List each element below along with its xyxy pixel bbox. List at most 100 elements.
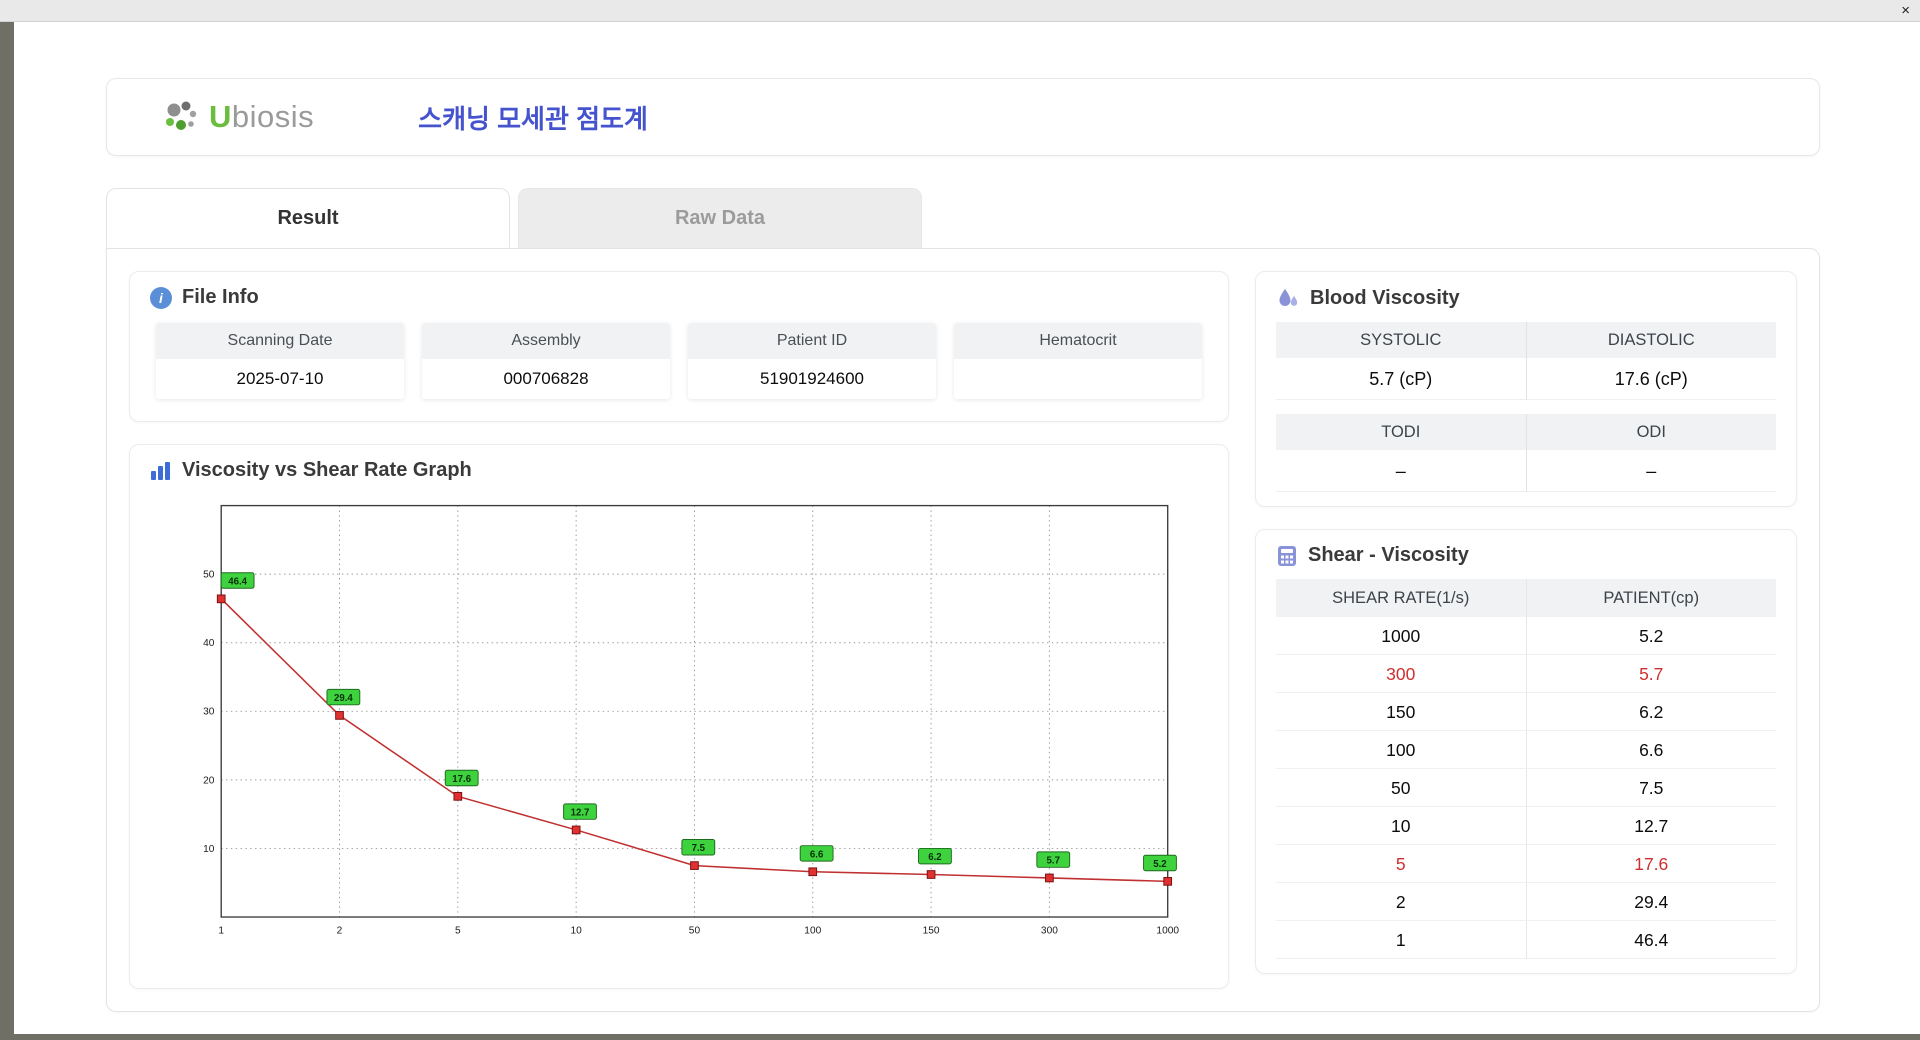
svg-text:5: 5	[455, 925, 461, 936]
diastolic-value: 17.6 (cP)	[1526, 358, 1776, 400]
todi-value: –	[1276, 450, 1527, 492]
result-panel: i File Info Scanning Date 2025-07-10 Ass…	[106, 248, 1820, 1012]
tab-bar: Result Raw Data	[106, 188, 1820, 248]
svg-text:46.4: 46.4	[228, 576, 247, 587]
right-column: Blood Viscosity SYSTOLIC DIASTOLIC 5.7 (…	[1255, 271, 1797, 989]
svg-text:7.5: 7.5	[692, 843, 706, 854]
table-row: 50 7.5	[1276, 769, 1776, 807]
patient-column-header: PATIENT(cp)	[1526, 579, 1776, 617]
bv-value-row-2: – –	[1276, 450, 1776, 492]
patient-value: 46.4	[1526, 921, 1776, 959]
field-patient-id: Patient ID 51901924600	[688, 323, 936, 399]
svg-text:50: 50	[689, 925, 701, 936]
blood-viscosity-card: Blood Viscosity SYSTOLIC DIASTOLIC 5.7 (…	[1255, 271, 1797, 507]
svg-text:12.7: 12.7	[571, 807, 590, 818]
bv-header-row-2: TODI ODI	[1276, 414, 1776, 450]
blood-viscosity-title-text: Blood Viscosity	[1310, 286, 1460, 309]
shear-rate-value: 1	[1276, 921, 1527, 959]
svg-text:5.2: 5.2	[1153, 859, 1166, 870]
odi-header: ODI	[1526, 414, 1776, 450]
table-row-diastolic: 5 17.6	[1276, 845, 1776, 883]
patient-value: 7.5	[1526, 769, 1776, 807]
systolic-header: SYSTOLIC	[1276, 322, 1527, 358]
shear-rate-value: 10	[1276, 807, 1527, 845]
field-value	[954, 359, 1202, 399]
field-value: 000706828	[422, 359, 670, 399]
patient-value: 17.6	[1526, 845, 1776, 883]
table-header-row: SHEAR RATE(1/s) PATIENT(cp)	[1276, 579, 1776, 617]
ubiosis-logo: Ubiosis	[159, 97, 314, 137]
svg-text:300: 300	[1041, 925, 1058, 936]
close-icon[interactable]: ×	[1901, 2, 1910, 20]
left-column: i File Info Scanning Date 2025-07-10 Ass…	[129, 271, 1229, 989]
tab-raw-data[interactable]: Raw Data	[518, 188, 922, 248]
shear-rate-value: 300	[1276, 655, 1527, 693]
svg-text:150: 150	[923, 925, 940, 936]
field-value: 2025-07-10	[156, 359, 404, 399]
diastolic-header: DIASTOLIC	[1526, 322, 1776, 358]
graph-title: Viscosity vs Shear Rate Graph	[150, 459, 1208, 482]
shear-viscosity-title-text: Shear - Viscosity	[1308, 544, 1469, 566]
svg-text:1: 1	[218, 925, 224, 936]
svg-text:1000: 1000	[1156, 925, 1179, 936]
shear-rate-value: 1000	[1276, 617, 1527, 655]
svg-text:29.4: 29.4	[334, 693, 353, 704]
file-info-title-text: File Info	[182, 286, 259, 308]
svg-text:100: 100	[804, 925, 821, 936]
shear-rate-value: 2	[1276, 883, 1527, 921]
table-row: 1 46.4	[1276, 921, 1776, 959]
window-titlebar: ×	[0, 0, 1920, 22]
field-label: Patient ID	[688, 323, 936, 359]
shear-rate-value: 5	[1276, 845, 1527, 883]
shear-viscosity-title: Shear - Viscosity	[1276, 544, 1776, 567]
shear-rate-column-header: SHEAR RATE(1/s)	[1276, 579, 1527, 617]
tab-result[interactable]: Result	[106, 188, 510, 248]
bar-chart-icon	[151, 461, 170, 480]
file-info-fields: Scanning Date 2025-07-10 Assembly 000706…	[150, 321, 1208, 407]
file-info-card: i File Info Scanning Date 2025-07-10 Ass…	[129, 271, 1229, 422]
calculator-icon	[1278, 545, 1296, 566]
shear-viscosity-card: Shear - Viscosity SHEAR RATE(1/s) PATIEN…	[1255, 529, 1797, 974]
table-row: 1000 5.2	[1276, 617, 1776, 655]
app-window: Ubiosis 스캐닝 모세관 점도계 Result Raw Data i Fi…	[14, 22, 1920, 1034]
patient-value: 5.2	[1526, 617, 1776, 655]
blood-viscosity-title: Blood Viscosity	[1276, 286, 1776, 310]
shear-rate-value: 150	[1276, 693, 1527, 731]
svg-text:10: 10	[203, 844, 215, 855]
patient-value: 6.6	[1526, 731, 1776, 769]
svg-text:2: 2	[337, 925, 343, 936]
table-row: 100 6.6	[1276, 731, 1776, 769]
bv-header-row-1: SYSTOLIC DIASTOLIC	[1276, 322, 1776, 358]
todi-header: TODI	[1276, 414, 1527, 450]
svg-text:20: 20	[203, 775, 215, 786]
logo-dots-icon	[166, 101, 197, 130]
graph-card: Viscosity vs Shear Rate Graph 10 20 30 40 50…	[129, 444, 1229, 989]
bv-spacer	[1276, 400, 1776, 414]
odi-value: –	[1526, 450, 1776, 492]
field-label: Assembly	[422, 323, 670, 359]
patient-value: 29.4	[1526, 883, 1776, 921]
svg-text:17.6: 17.6	[452, 774, 471, 785]
brand-text: Ubiosis	[209, 99, 315, 134]
svg-text:6.6: 6.6	[810, 849, 824, 860]
systolic-value: 5.7 (cP)	[1276, 358, 1527, 400]
shear-rate-value: 50	[1276, 769, 1527, 807]
table-row: 150 6.2	[1276, 693, 1776, 731]
app-header: Ubiosis 스캐닝 모세관 점도계	[106, 78, 1820, 156]
svg-text:6.2: 6.2	[928, 852, 941, 863]
field-assembly: Assembly 000706828	[422, 323, 670, 399]
patient-value: 6.2	[1526, 693, 1776, 731]
svg-text:40: 40	[203, 638, 215, 649]
field-value: 51901924600	[688, 359, 936, 399]
shear-rate-value: 100	[1276, 731, 1527, 769]
graph-title-text: Viscosity vs Shear Rate Graph	[182, 459, 472, 481]
field-scanning-date: Scanning Date 2025-07-10	[156, 323, 404, 399]
field-label: Hematocrit	[954, 323, 1202, 359]
file-info-title: i File Info	[150, 286, 1208, 309]
viscosity-chart: 10 20 30 40 50 1 2 5 10 50 100 150 300 1000 46.4 29.4 17…	[203, 504, 1179, 936]
field-hematocrit: Hematocrit	[954, 323, 1202, 399]
droplets-icon	[1279, 289, 1298, 306]
table-row: 10 12.7	[1276, 807, 1776, 845]
field-label: Scanning Date	[156, 323, 404, 359]
svg-text:10: 10	[571, 925, 583, 936]
